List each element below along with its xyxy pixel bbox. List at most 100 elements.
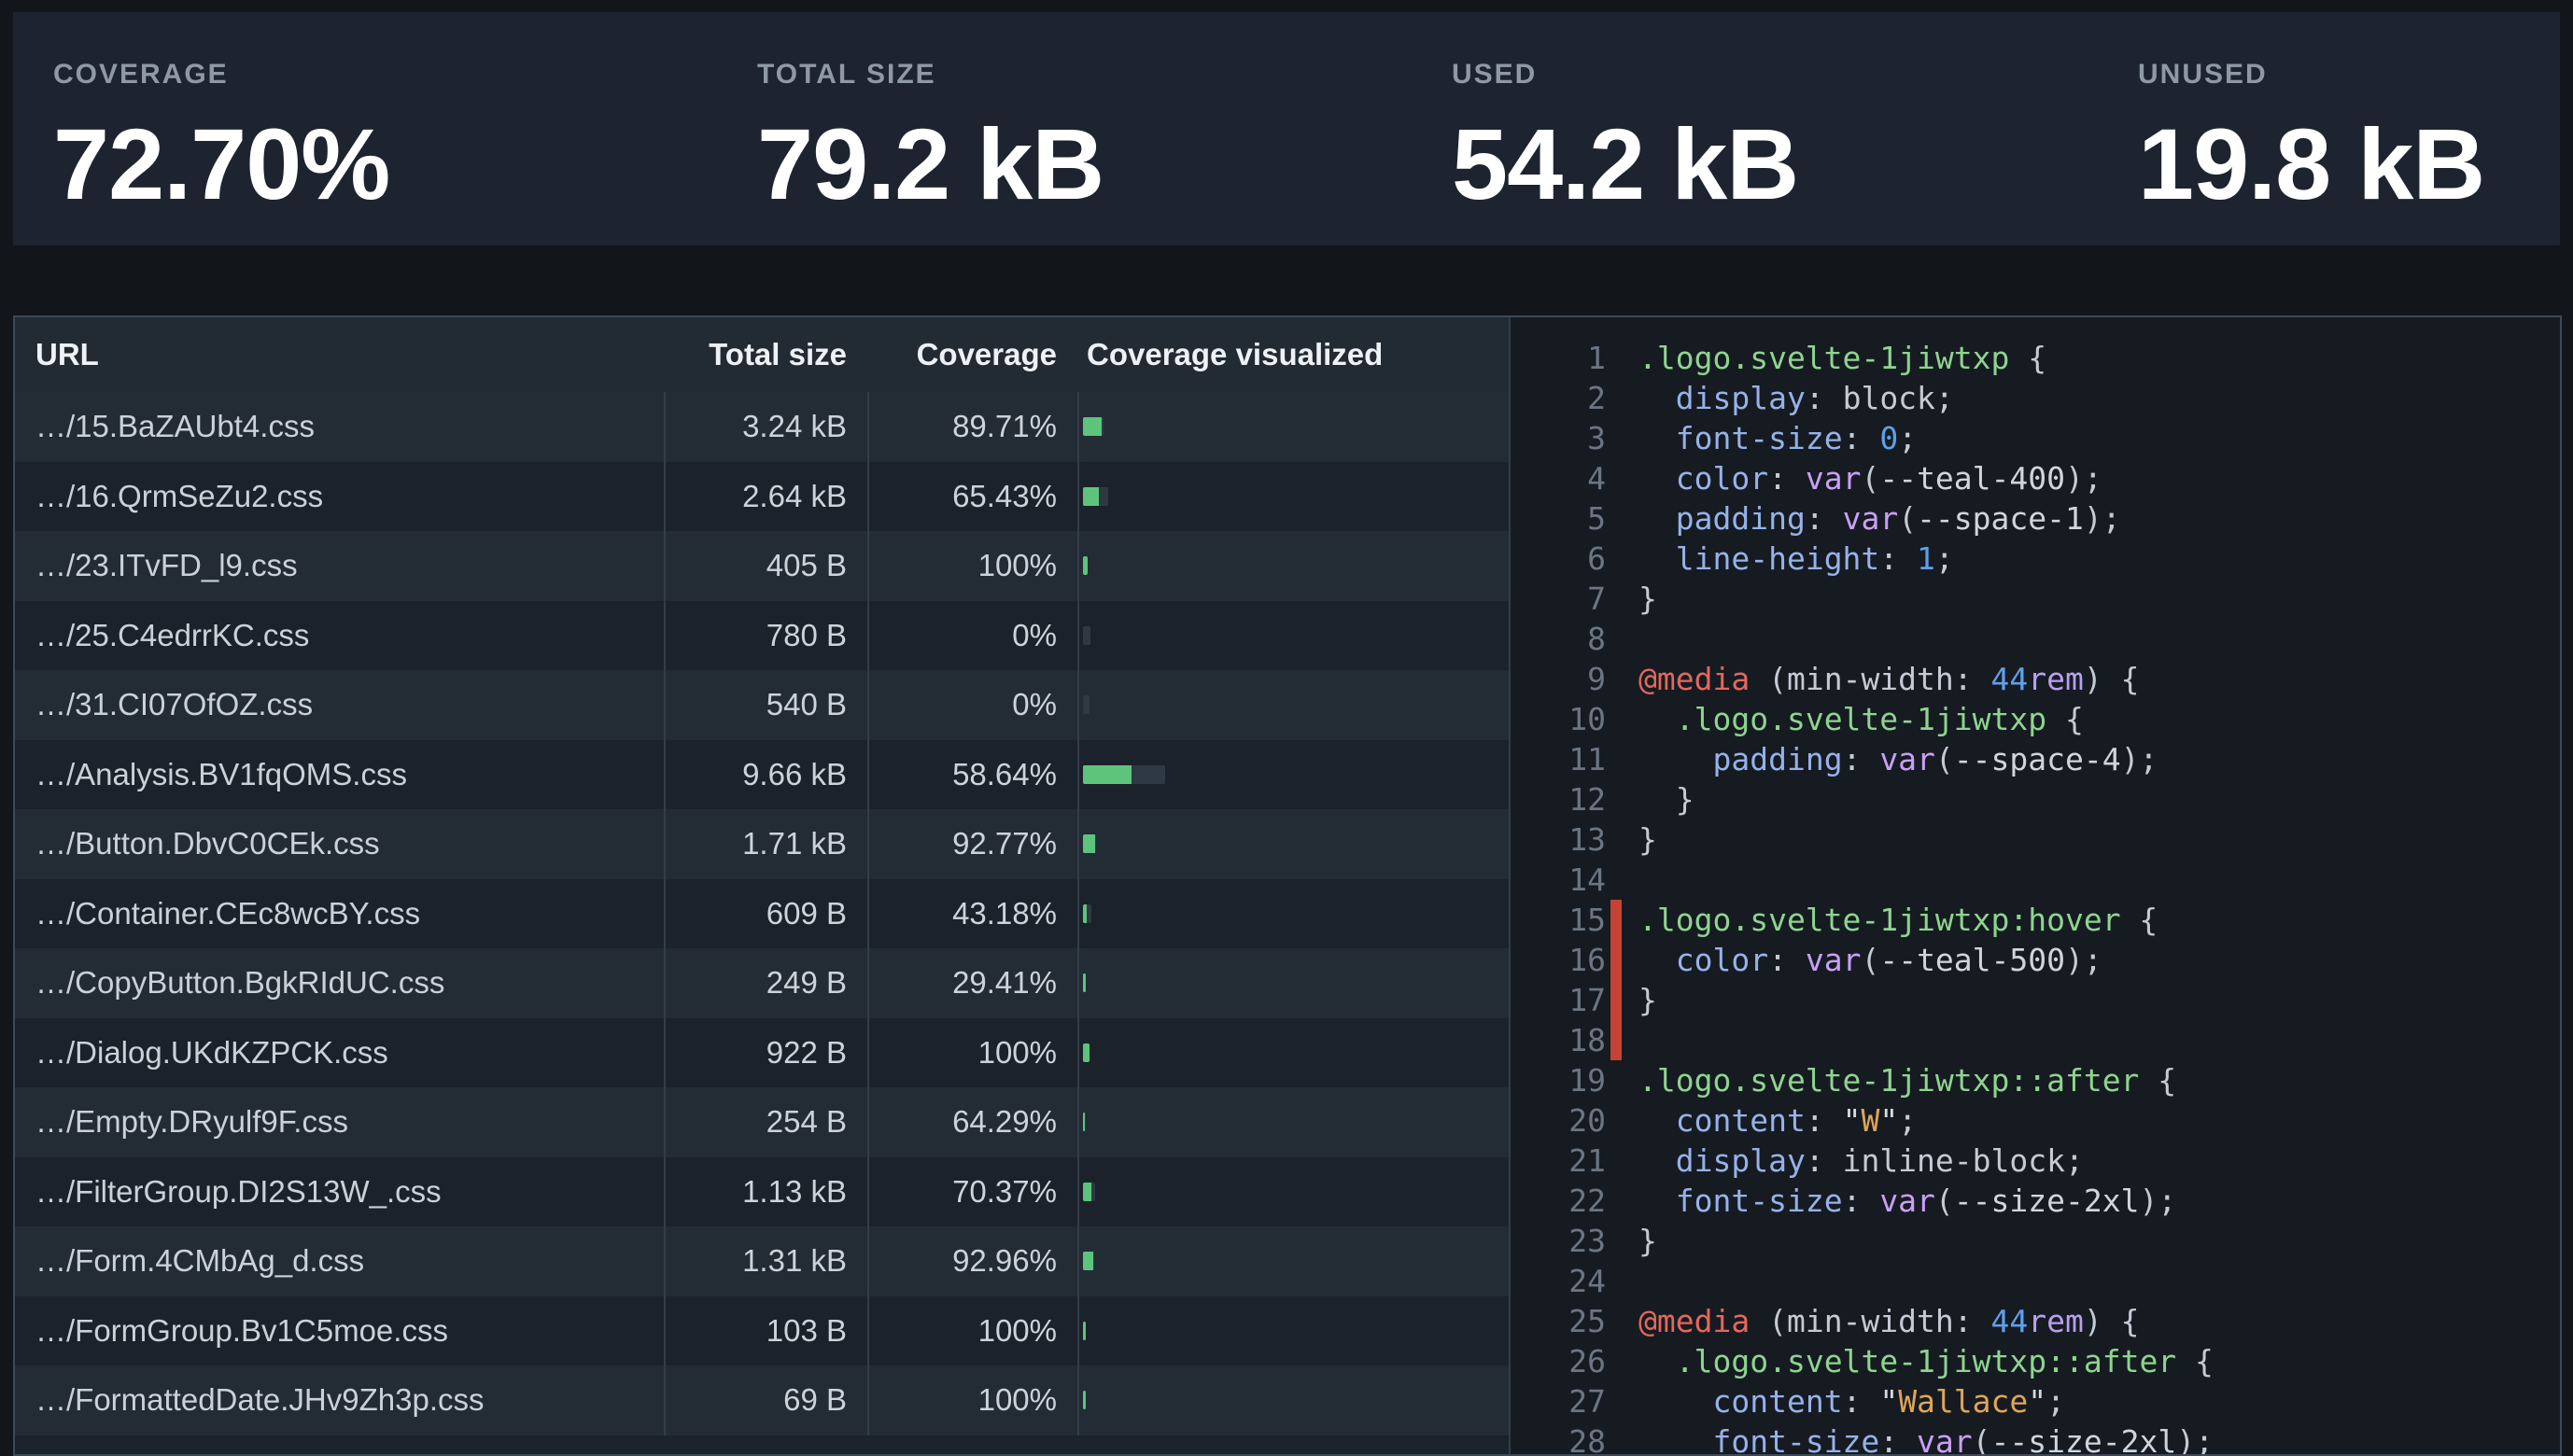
code-viewer[interactable]: 1.logo.svelte-1jiwtxp {2 display: block;… <box>1509 317 2560 1454</box>
code-line: 19 .logo.svelte-1jiwtxp::after { <box>1511 1060 2560 1100</box>
unused-code-marker <box>1610 940 1622 980</box>
stat-used-label: USED <box>1452 59 2138 91</box>
cell-visualized <box>1077 1296 1509 1366</box>
line-number: 16 <box>1511 940 1606 980</box>
cell-coverage: 0% <box>867 670 1077 740</box>
coverage-bar <box>1083 1252 1094 1270</box>
file-coverage-table: URL Total size Coverage Coverage visuali… <box>15 317 1509 1454</box>
table-row[interactable]: …/15.BaZAUbt4.css3.24 kB89.71% <box>15 392 1509 462</box>
unused-code-marker <box>1610 1020 1622 1060</box>
code-line: 27 content: "Wallace"; <box>1511 1381 2560 1421</box>
cell-size: 9.66 kB <box>664 740 867 810</box>
stat-unused: UNUSED 19.8 kB <box>2138 59 2560 245</box>
table-row[interactable]: …/25.C4edrrKC.css780 B0% <box>15 601 1509 671</box>
code-line: 14 <box>1511 860 2560 900</box>
code-line: 15.logo.svelte-1jiwtxp:hover { <box>1511 900 2560 940</box>
coverage-bar <box>1083 1043 1090 1062</box>
cell-size: 249 B <box>664 948 867 1018</box>
column-header-url: URL <box>15 337 664 372</box>
table-row[interactable]: …/Dialog.UKdKZPCK.css922 B100% <box>15 1018 1509 1088</box>
line-number: 18 <box>1511 1020 1606 1060</box>
cell-visualized <box>1077 948 1509 1018</box>
line-number: 11 <box>1511 739 1606 779</box>
code-text: content: "Wallace"; <box>1638 1381 2065 1421</box>
cell-size: 2.64 kB <box>664 462 867 532</box>
cell-size: 780 B <box>664 601 867 671</box>
cell-url: …/Dialog.UKdKZPCK.css <box>15 1018 664 1088</box>
coverage-bar <box>1083 1113 1086 1131</box>
line-number: 27 <box>1511 1381 1606 1421</box>
marker-gutter <box>1610 378 1622 418</box>
line-number: 26 <box>1511 1341 1606 1381</box>
code-text: font-size: var(--size-2xl); <box>1638 1421 2214 1454</box>
cell-visualized <box>1077 740 1509 810</box>
cell-coverage: 43.18% <box>867 879 1077 949</box>
coverage-bar <box>1083 417 1104 436</box>
cell-size: 609 B <box>664 879 867 949</box>
cell-visualized <box>1077 1226 1509 1296</box>
cell-url: …/Form.4CMbAg_d.css <box>15 1226 664 1296</box>
code-text: } <box>1638 779 1694 819</box>
cell-coverage: 29.41% <box>867 948 1077 1018</box>
line-number: 14 <box>1511 860 1606 900</box>
marker-gutter <box>1610 659 1622 699</box>
marker-gutter <box>1610 338 1622 378</box>
stat-total-size-label: TOTAL SIZE <box>757 59 1452 91</box>
code-text: .logo.svelte-1jiwtxp::after { <box>1638 1060 2176 1100</box>
cell-url: …/31.CI07OfOZ.css <box>15 670 664 740</box>
cell-url: …/Analysis.BV1fqOMS.css <box>15 740 664 810</box>
table-row[interactable]: …/23.ITvFD_l9.css405 B100% <box>15 531 1509 601</box>
line-number: 19 <box>1511 1060 1606 1100</box>
marker-gutter <box>1610 779 1622 819</box>
cell-coverage: 65.43% <box>867 462 1077 532</box>
cell-size: 922 B <box>664 1018 867 1088</box>
marker-gutter <box>1610 579 1622 619</box>
table-row[interactable]: …/FormGroup.Bv1C5moe.css103 B100% <box>15 1296 1509 1366</box>
table-row[interactable]: …/16.QrmSeZu2.css2.64 kB65.43% <box>15 462 1509 532</box>
table-row[interactable]: …/Form.4CMbAg_d.css1.31 kB92.96% <box>15 1226 1509 1296</box>
code-text: .logo.svelte-1jiwtxp:hover { <box>1638 900 2158 940</box>
table-row[interactable]: …/31.CI07OfOZ.css540 B0% <box>15 670 1509 740</box>
code-text: .logo.svelte-1jiwtxp::after { <box>1638 1341 2214 1381</box>
cell-url: …/FormGroup.Bv1C5moe.css <box>15 1296 664 1366</box>
line-number: 22 <box>1511 1181 1606 1221</box>
cell-size: 103 B <box>664 1296 867 1366</box>
cell-visualized <box>1077 531 1509 601</box>
code-line: 24 <box>1511 1261 2560 1301</box>
code-text: .logo.svelte-1jiwtxp { <box>1638 699 2084 739</box>
cell-coverage: 100% <box>867 531 1077 601</box>
column-header-coverage: Coverage <box>867 337 1077 372</box>
table-row[interactable]: …/FormattedDate.JHv9Zh3p.css69 B100% <box>15 1365 1509 1435</box>
cell-url: …/FormattedDate.JHv9Zh3p.css <box>15 1365 664 1435</box>
table-row[interactable]: …/FilterGroup.DI2S13W_.css1.13 kB70.37% <box>15 1157 1509 1227</box>
code-line: 12 } <box>1511 779 2560 819</box>
coverage-bar <box>1083 765 1165 784</box>
code-text: } <box>1638 819 1657 860</box>
table-row[interactable]: …/Container.CEc8wcBY.css609 B43.18% <box>15 879 1509 949</box>
cell-coverage: 58.64% <box>867 740 1077 810</box>
cell-coverage: 92.77% <box>867 809 1077 879</box>
unused-code-marker <box>1610 900 1622 940</box>
cell-visualized <box>1077 601 1509 671</box>
marker-gutter <box>1610 1221 1622 1261</box>
code-text: } <box>1638 1221 1657 1261</box>
table-row[interactable]: …/CopyButton.BgkRIdUC.css249 B29.41% <box>15 948 1509 1018</box>
marker-gutter <box>1610 498 1622 539</box>
marker-gutter <box>1610 458 1622 498</box>
cell-size: 69 B <box>664 1365 867 1435</box>
cell-url: …/CopyButton.BgkRIdUC.css <box>15 948 664 1018</box>
table-row[interactable]: …/Button.DbvC0CEk.css1.71 kB92.77% <box>15 809 1509 879</box>
stat-used-value: 54.2 kB <box>1452 105 2138 222</box>
table-row[interactable]: …/Analysis.BV1fqOMS.css9.66 kB58.64% <box>15 740 1509 810</box>
code-line: 22 font-size: var(--size-2xl); <box>1511 1181 2560 1221</box>
cell-coverage: 70.37% <box>867 1157 1077 1227</box>
table-row[interactable]: …/Empty.DRyulf9F.css254 B64.29% <box>15 1087 1509 1157</box>
marker-gutter <box>1610 1261 1622 1301</box>
coverage-bar-used <box>1083 1391 1086 1409</box>
marker-gutter <box>1610 539 1622 579</box>
code-line: 6 line-height: 1; <box>1511 539 2560 579</box>
marker-gutter <box>1610 418 1622 458</box>
code-text: color: var(--teal-400); <box>1638 458 2102 498</box>
code-line: 8 <box>1511 619 2560 659</box>
cell-coverage: 64.29% <box>867 1087 1077 1157</box>
